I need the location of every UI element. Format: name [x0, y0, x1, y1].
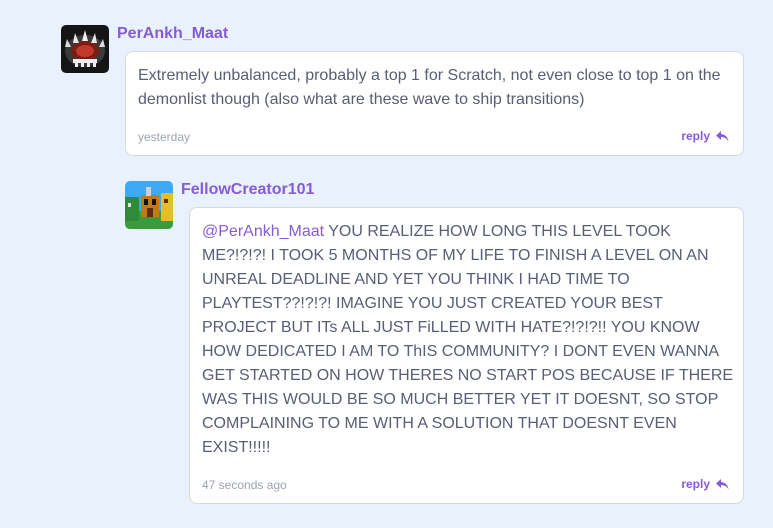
avatar[interactable]	[125, 181, 173, 229]
avatar[interactable]	[61, 25, 109, 73]
mention-link[interactable]: @PerAnkh_Maat	[202, 223, 324, 240]
timestamp: 47 seconds ago	[202, 478, 287, 492]
reply-label: reply	[681, 477, 710, 491]
reply-arrow-icon	[716, 478, 729, 489]
comment-text: Extremely unbalanced, probably a top 1 f…	[138, 67, 721, 108]
username[interactable]: PerAnkh_Maat	[117, 25, 228, 43]
comment-bubble: Extremely unbalanced, probably a top 1 f…	[125, 51, 744, 156]
reply-arrow-icon	[716, 130, 729, 141]
timestamp: yesterday	[138, 130, 191, 144]
username[interactable]: FellowCreator101	[181, 181, 314, 199]
reply-label: reply	[681, 129, 710, 143]
comment-bubble: @PerAnkh_Maat YOU REALIZE HOW LONG THIS …	[189, 207, 744, 504]
avatar-pixel-house-icon	[125, 181, 173, 229]
comment-body: YOU REALIZE HOW LONG THIS LEVEL TOOK ME?…	[202, 223, 734, 456]
comment-text: @PerAnkh_Maat YOU REALIZE HOW LONG THIS …	[202, 220, 735, 460]
reply-button[interactable]: reply	[681, 477, 729, 491]
avatar-demon-icon	[61, 25, 109, 73]
reply-button[interactable]: reply	[681, 129, 729, 143]
